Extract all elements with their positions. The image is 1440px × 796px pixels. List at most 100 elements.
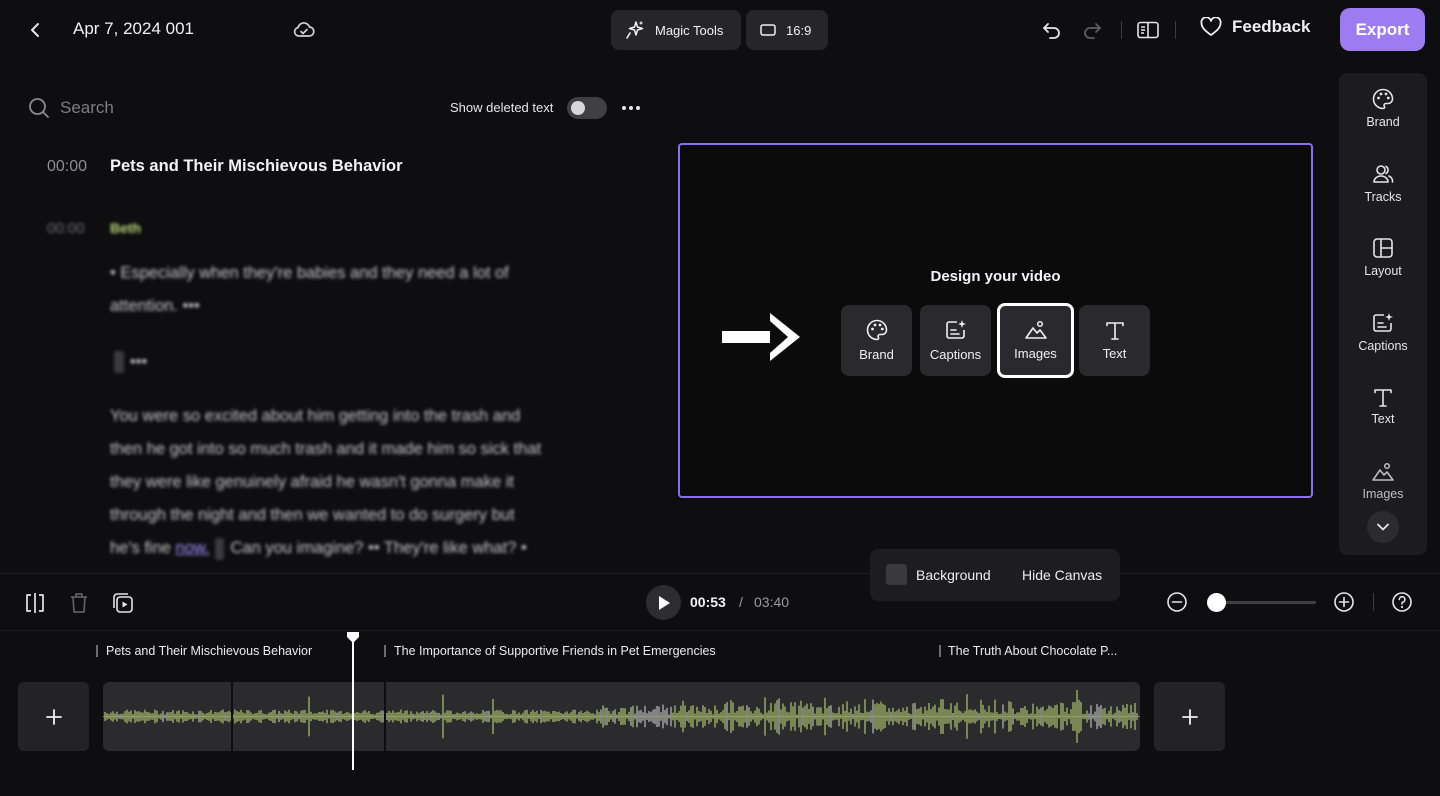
aspect-ratio-button[interactable]: 16:9 — [746, 10, 828, 50]
feedback-button[interactable]: Feedback — [1200, 17, 1310, 37]
chevron-down-icon — [1377, 523, 1389, 531]
playhead[interactable] — [346, 631, 360, 771]
rail-item-captions[interactable]: Captions — [1339, 312, 1427, 353]
sparkle-icon — [625, 20, 645, 40]
chapter-timestamp[interactable]: 00:00 — [47, 158, 87, 176]
pause-marker[interactable] — [215, 537, 225, 560]
design-card-label: Images — [1014, 346, 1057, 361]
design-card-text[interactable]: Text — [1079, 305, 1150, 376]
feedback-label: Feedback — [1232, 17, 1311, 36]
speaker-timestamp[interactable]: 00:00 — [47, 220, 85, 237]
undo-icon[interactable] — [1038, 16, 1066, 44]
top-bar: Apr 7, 2024 001 Magic Tools 16:9 Feedbac… — [0, 0, 1440, 60]
right-rail: Brand Tracks Layout Captions Text Images — [1339, 73, 1427, 555]
rail-item-label: Images — [1362, 487, 1404, 501]
transcript-line[interactable]: You were so excited about him getting in… — [110, 400, 520, 433]
clip-divider[interactable] — [384, 682, 386, 751]
scenes-icon[interactable] — [110, 590, 136, 616]
export-button[interactable]: Export — [1340, 8, 1425, 51]
divider — [1121, 21, 1122, 39]
captions-icon — [1372, 312, 1394, 334]
more-options-icon[interactable] — [620, 98, 642, 118]
hide-canvas-button[interactable]: Hide Canvas — [1022, 567, 1102, 583]
project-title[interactable]: Apr 7, 2024 001 — [73, 19, 194, 39]
text-icon — [1373, 387, 1393, 407]
transcript-text: Can you imagine? •• They're like what? • — [230, 539, 527, 557]
transcript-line[interactable]: attention. ••• — [110, 290, 200, 323]
divider — [1373, 593, 1374, 611]
tracks-icon — [1372, 163, 1394, 185]
add-clip-after-button[interactable] — [1154, 682, 1225, 751]
pause-marker[interactable] — [114, 351, 124, 373]
background-button[interactable]: Background — [916, 567, 991, 583]
chapter-marker — [96, 645, 98, 657]
total-time: 03:40 — [754, 594, 790, 610]
zoom-out-icon[interactable] — [1165, 590, 1189, 614]
rail-item-brand[interactable]: Brand — [1339, 88, 1427, 129]
clip-divider[interactable] — [231, 682, 233, 751]
rail-scroll-down-button[interactable] — [1367, 511, 1399, 543]
transcript-body: 00:00 Beth • Especially when they're bab… — [0, 210, 650, 572]
design-card-label: Brand — [859, 347, 894, 362]
show-deleted-toggle[interactable] — [567, 97, 607, 119]
rail-item-images[interactable]: Images — [1339, 462, 1427, 501]
chapter-marker — [939, 645, 941, 657]
rail-item-label: Captions — [1358, 339, 1408, 353]
palette-icon — [866, 319, 888, 341]
aspect-ratio-icon — [760, 23, 776, 37]
transcript-line[interactable]: he's fine now. Can you imagine? •• They'… — [110, 532, 527, 565]
transcript-line[interactable]: then he got into so much trash and it ma… — [110, 433, 541, 466]
design-card-captions[interactable]: Captions — [920, 305, 991, 376]
zoom-slider-handle[interactable] — [1207, 593, 1226, 612]
audio-track[interactable] — [103, 682, 1140, 751]
design-card-images[interactable]: Images — [997, 303, 1074, 378]
rail-item-tracks[interactable]: Tracks — [1339, 163, 1427, 204]
palette-icon — [1372, 88, 1394, 110]
current-word[interactable]: now. — [176, 532, 210, 565]
text-icon — [1105, 320, 1125, 340]
add-clip-before-button[interactable] — [18, 682, 89, 751]
plus-icon — [1181, 708, 1198, 725]
panel-toggle-icon[interactable] — [1134, 16, 1162, 44]
toggle-knob — [571, 101, 585, 115]
design-card-brand[interactable]: Brand — [841, 305, 912, 376]
rail-item-layout[interactable]: Layout — [1339, 237, 1427, 278]
background-swatch[interactable] — [886, 564, 907, 585]
current-time: 00:53 — [690, 594, 726, 610]
zoom-in-icon[interactable] — [1332, 590, 1356, 614]
gap-marker[interactable]: ••• — [130, 346, 147, 379]
back-icon[interactable] — [22, 16, 50, 44]
help-icon[interactable] — [1390, 590, 1414, 614]
show-deleted-label: Show deleted text — [450, 100, 554, 115]
transcript-line[interactable]: • Especially when they're babies and the… — [110, 257, 509, 290]
rail-item-label: Tracks — [1364, 190, 1402, 204]
chapter-label[interactable]: The Truth About Chocolate P... — [948, 644, 1138, 658]
heart-icon — [1200, 17, 1222, 37]
play-button[interactable] — [646, 585, 681, 620]
waveform — [103, 689, 1140, 744]
rail-item-text[interactable]: Text — [1339, 387, 1427, 426]
chapter-title[interactable]: Pets and Their Mischievous Behavior — [110, 157, 403, 176]
design-title: Design your video — [930, 268, 1061, 285]
play-icon — [657, 595, 671, 611]
transcript-line[interactable]: they were like genuinely afraid he wasn'… — [110, 466, 514, 499]
redo-icon[interactable] — [1078, 16, 1106, 44]
magic-tools-button[interactable]: Magic Tools — [611, 10, 741, 50]
chapter-marker — [384, 645, 386, 657]
plus-icon — [45, 708, 62, 725]
video-canvas[interactable]: Design your video Brand Captions Images … — [678, 143, 1313, 498]
split-icon[interactable] — [22, 590, 48, 616]
speaker-name[interactable]: Beth — [110, 220, 141, 236]
chapter-label[interactable]: Pets and Their Mischievous Behavior — [106, 644, 346, 658]
cloud-sync-icon — [290, 16, 318, 44]
search-input[interactable]: Search — [60, 98, 360, 118]
chapter-label[interactable]: The Importance of Supportive Friends in … — [394, 644, 934, 658]
layout-icon — [1372, 237, 1394, 259]
transcript-line[interactable]: through the night and then we wanted to … — [110, 499, 515, 532]
search-icon — [28, 97, 50, 119]
rail-item-label: Brand — [1366, 115, 1400, 129]
image-icon — [1024, 320, 1048, 340]
image-icon — [1371, 462, 1395, 482]
captions-icon — [945, 319, 967, 341]
trash-icon[interactable] — [66, 590, 92, 616]
